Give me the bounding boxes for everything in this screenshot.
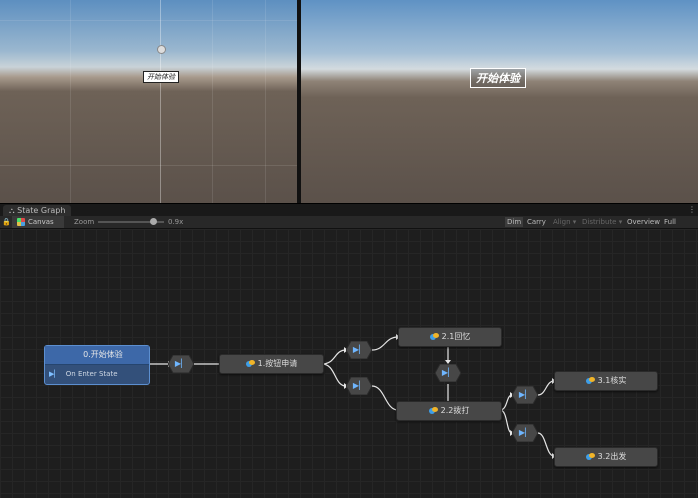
transition-icon: ▶▏ bbox=[174, 359, 188, 368]
transition-icon: ▶▏ bbox=[518, 390, 532, 399]
transition-icon: ▶▏ bbox=[518, 428, 532, 437]
transition-wires bbox=[148, 334, 556, 459]
transition-node[interactable]: ▶▏ bbox=[435, 364, 461, 382]
state-node-2-1[interactable]: 2.1回忆 bbox=[398, 327, 502, 347]
transition-node[interactable]: ▶▏ bbox=[346, 377, 372, 395]
transition-node[interactable]: ▶▏ bbox=[346, 341, 372, 359]
state-node-2-2[interactable]: 2.2拨打 bbox=[396, 401, 502, 421]
state-node-label: 2.1回忆 bbox=[441, 332, 471, 341]
state-icon bbox=[585, 376, 595, 385]
start-state-node[interactable]: 0.开始体验 ▶▏ On Enter State bbox=[44, 345, 150, 385]
state-icon bbox=[428, 406, 438, 415]
state-icon bbox=[245, 359, 255, 368]
state-node-label: 2.2拨打 bbox=[440, 406, 470, 415]
start-state-label: 0.开始体验 bbox=[83, 350, 123, 359]
start-state-event: ▶▏ On Enter State bbox=[45, 365, 149, 383]
transition-node[interactable]: ▶▏ bbox=[512, 386, 538, 404]
transition-icon: ▶▏ bbox=[352, 345, 366, 354]
start-event-label: On Enter State bbox=[65, 370, 118, 378]
state-node-label: 3.1核实 bbox=[597, 376, 627, 385]
state-node-1[interactable]: 1.按钮申请 bbox=[219, 354, 324, 374]
state-icon bbox=[71, 351, 80, 359]
start-state-title: 0.开始体验 bbox=[45, 346, 149, 365]
state-node-3-2[interactable]: 3.2出发 bbox=[554, 447, 658, 467]
state-node-label: 1.按钮申请 bbox=[257, 359, 298, 368]
state-icon bbox=[585, 452, 595, 461]
transition-icon: ▶▏ bbox=[441, 368, 455, 377]
state-node-3-1[interactable]: 3.1核实 bbox=[554, 371, 658, 391]
enter-state-icon: ▶▏ bbox=[49, 370, 60, 378]
state-node-label: 3.2出发 bbox=[597, 452, 627, 461]
transition-node[interactable]: ▶▏ bbox=[512, 424, 538, 442]
transition-icon: ▶▏ bbox=[352, 381, 366, 390]
state-icon bbox=[429, 332, 439, 341]
transition-node[interactable]: ▶▏ bbox=[168, 355, 194, 373]
